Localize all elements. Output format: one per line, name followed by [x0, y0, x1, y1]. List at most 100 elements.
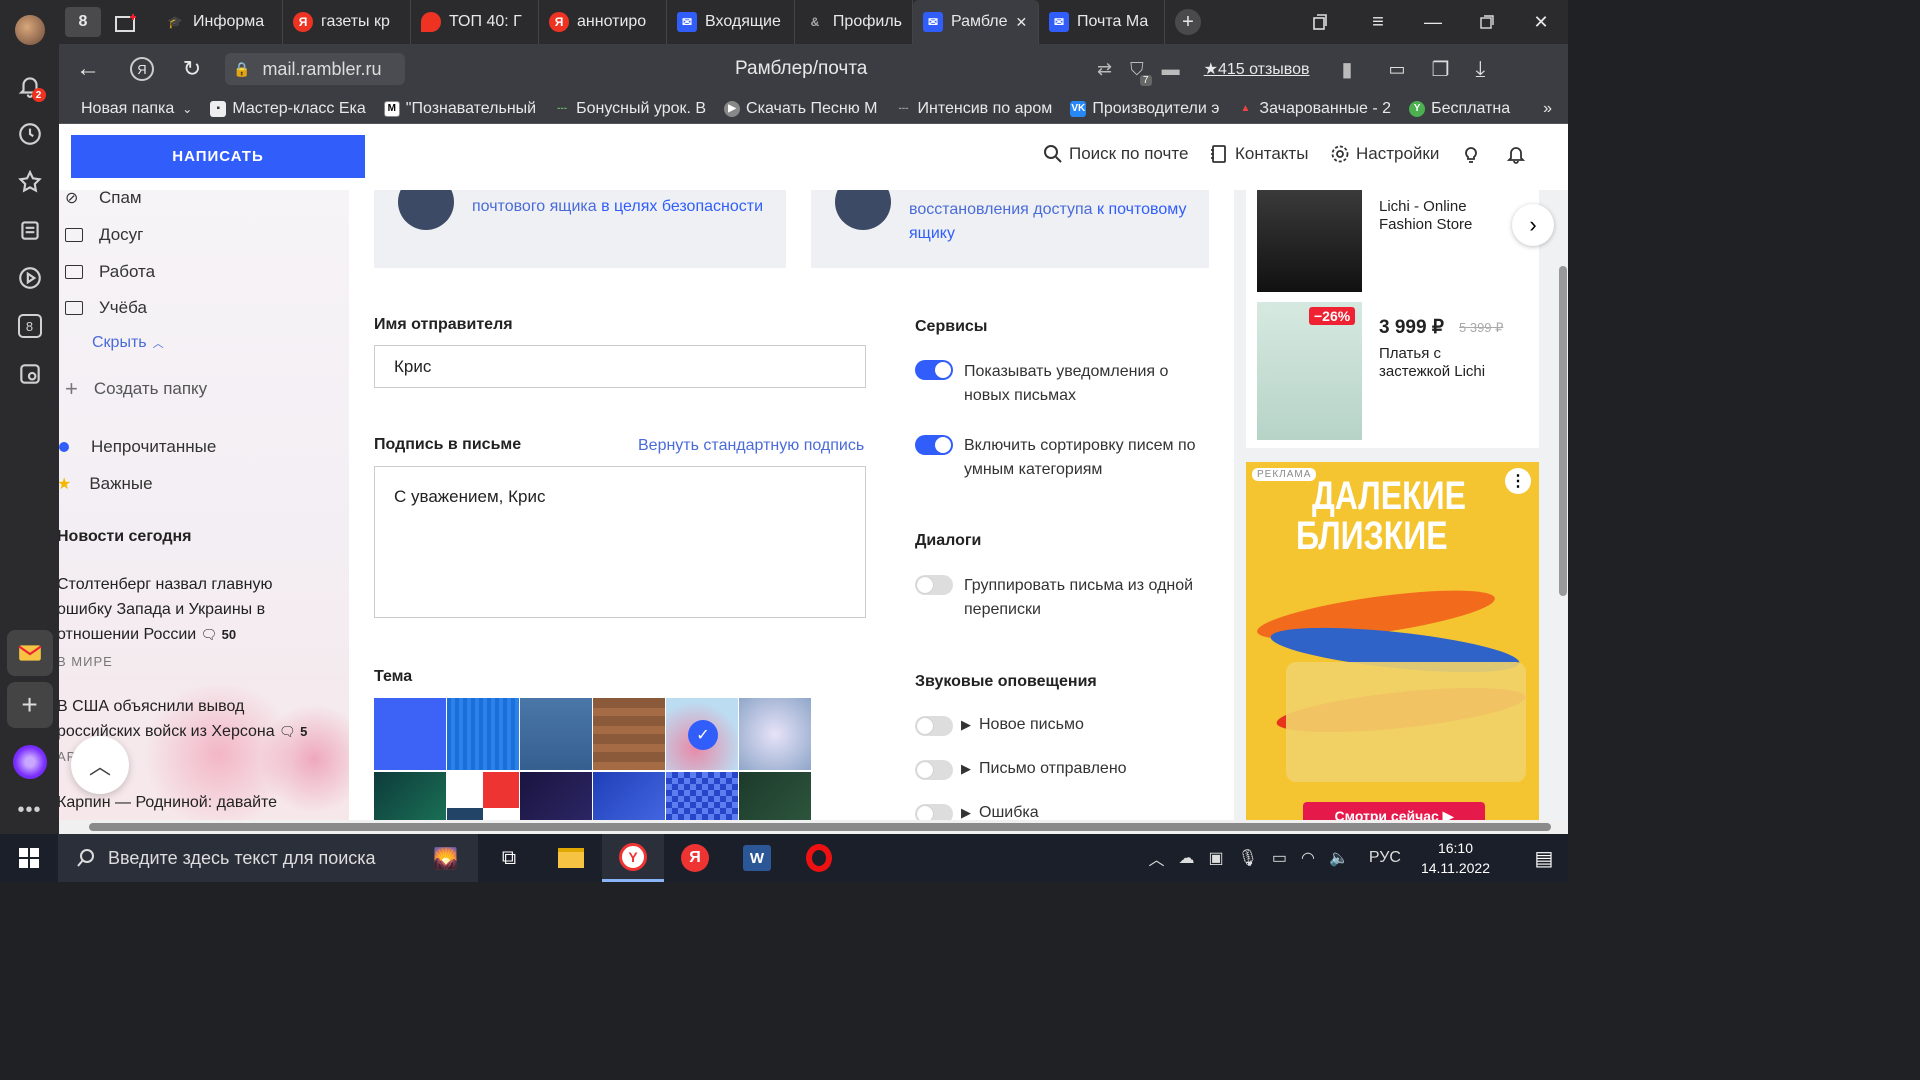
tab-profile[interactable]: & Профиль [795, 0, 913, 44]
folder-spam[interactable]: ⊘ Спам [65, 188, 142, 208]
sound-error-item[interactable]: ▶ Ошибка [961, 801, 1039, 820]
theme-swatch[interactable] [520, 772, 592, 820]
news-item[interactable]: Карпин — Родниной: давайте [59, 794, 277, 812]
sound-error-toggle[interactable] [915, 804, 953, 820]
yandex-browser-icon[interactable]: Y [602, 834, 664, 882]
folder-ucheba[interactable]: Учёба [65, 298, 147, 318]
tab-informa[interactable]: 🎓 Информа [155, 0, 283, 44]
scroll-up-button[interactable]: ︿ [71, 736, 129, 794]
sound-new-toggle[interactable] [915, 716, 953, 736]
vertical-scrollbar[interactable] [1559, 266, 1567, 596]
theme-swatch[interactable] [593, 772, 665, 820]
folder-rabota[interactable]: Работа [65, 262, 155, 282]
theme-swatch[interactable] [374, 772, 446, 820]
yandex-home-icon[interactable]: Я [117, 57, 167, 81]
tab-rambler-active[interactable]: ✉ Рамбле ✕ [913, 0, 1039, 44]
bookmark-folder[interactable]: Новая папка ⌄ [81, 100, 192, 118]
carousel-next-button[interactable]: › [1512, 204, 1554, 246]
theme-swatch[interactable] [447, 698, 519, 770]
notify-toggle[interactable] [915, 360, 953, 380]
tab-count-icon[interactable]: 8 [12, 308, 48, 344]
tab-gazety[interactable]: Ягазеты кр [283, 0, 411, 44]
sender-name-input[interactable]: Крис [374, 345, 866, 388]
history-clock-icon[interactable] [12, 116, 48, 152]
filter-important[interactable]: ★ Важные [59, 474, 153, 494]
show-hidden-icons[interactable]: ︿ [1148, 846, 1164, 870]
download-icon[interactable]: ⤓ [1475, 56, 1485, 82]
contacts-button[interactable]: Контакты [1209, 144, 1308, 164]
horizontal-scrollbar[interactable] [59, 820, 1568, 834]
sound-new-item[interactable]: ▶ Новое письмо [961, 713, 1084, 737]
yandex-icon[interactable]: Я [664, 844, 726, 872]
bookmark-item[interactable]: --- Бонусный урок. В [554, 100, 706, 118]
chat-icon[interactable]: ▬ [1162, 59, 1180, 80]
shield-icon[interactable]: ⛉ 7 [1130, 59, 1152, 86]
menu-hamburger-icon[interactable]: ≡ [1350, 11, 1406, 34]
collections-page-icon[interactable]: ❐ [1432, 57, 1450, 82]
recovery-link[interactable]: к почтовому [1097, 201, 1186, 218]
new-tab-button[interactable]: + [1165, 9, 1211, 35]
hint-lightbulb-icon[interactable] [1461, 144, 1487, 164]
taskbar-search[interactable]: Введите здесь текст для поиска 🌄 [58, 834, 478, 882]
theme-swatch[interactable] [447, 772, 519, 820]
sound-sent-item[interactable]: ▶ Письмо отправлено [961, 757, 1127, 781]
device-icon[interactable]: ▣ [1208, 848, 1223, 868]
bookmark-icon[interactable]: ▮ [1342, 57, 1353, 82]
sort-toggle[interactable] [915, 435, 953, 455]
battery-icon[interactable]: ▭ [1272, 848, 1287, 868]
microphone-icon[interactable]: 🎙 [1238, 848, 1258, 868]
theme-swatch[interactable] [739, 698, 811, 770]
bookmark-item[interactable]: M "Познавательный [383, 100, 536, 118]
bookmark-item[interactable]: ▶ Скачать Песню М [724, 100, 878, 118]
task-view-icon[interactable]: ⧉ [478, 847, 540, 870]
restore-icon[interactable] [1460, 15, 1514, 29]
notifications-icon[interactable] [1506, 144, 1532, 164]
more-bookmarks-icon[interactable]: » [1543, 100, 1552, 118]
product-ad[interactable]: Lichi - Online Fashion Store −26% 3 999 … [1246, 190, 1539, 448]
opera-icon[interactable] [788, 844, 850, 872]
theme-swatch[interactable] [520, 698, 592, 770]
security-link[interactable]: в целях безопасности [601, 198, 763, 215]
translate-icon[interactable]: ⇄ [1097, 59, 1112, 80]
tab-top40[interactable]: ТОП 40: Г [411, 0, 539, 44]
banner-ad[interactable]: РЕКЛАМА ⋮ ДАЛЕКИЕ БЛИЗКИЕ Смотри сейчас … [1246, 462, 1539, 820]
news-item[interactable]: Столтенберг назвал главную ошибку Запада… [59, 572, 347, 674]
more-dots-icon[interactable]: ••• [12, 792, 48, 828]
sound-sent-toggle[interactable] [915, 760, 953, 780]
clock[interactable]: 16:10 14.11.2022 [1421, 838, 1490, 878]
theme-swatch[interactable] [739, 772, 811, 820]
file-explorer-icon[interactable] [540, 848, 602, 868]
screenshot-camera-icon[interactable] [12, 356, 48, 392]
ad-cta-button[interactable]: Смотри сейчас ▶ [1303, 802, 1485, 820]
tab-inbox[interactable]: ✉ Входящие [667, 0, 795, 44]
search-mail-button[interactable]: Поиск по почте [1043, 144, 1188, 164]
battery-icon[interactable]: ▭ [1389, 59, 1406, 80]
close-window-icon[interactable]: ✕ [1514, 12, 1568, 33]
reviews-link[interactable]: ★415 отзывов [1204, 59, 1310, 79]
new-tab-group-icon[interactable] [107, 11, 147, 33]
video-play-icon[interactable] [12, 260, 48, 296]
mail-app-icon[interactable] [6, 630, 53, 676]
theme-swatch-selected[interactable]: ✓ [666, 698, 738, 770]
word-icon[interactable]: W [726, 845, 788, 871]
url-field[interactable]: 🔒 mail.rambler.ru [225, 53, 405, 85]
ad-menu-icon[interactable]: ⋮ [1505, 468, 1531, 494]
alice-assistant-icon[interactable] [12, 744, 48, 780]
theme-swatch[interactable] [593, 698, 665, 770]
cloud-offline-icon[interactable]: ☁ [1178, 848, 1194, 868]
settings-button[interactable]: Настройки [1330, 144, 1439, 164]
minimize-icon[interactable]: — [1406, 12, 1460, 33]
profile-avatar[interactable] [12, 12, 48, 48]
folder-dosug[interactable]: Досуг [65, 225, 143, 245]
notifications-bell-icon[interactable]: 2 [12, 68, 48, 104]
wifi-icon[interactable]: ◠ [1301, 848, 1315, 868]
hide-folders-link[interactable]: Скрыть ︿ [92, 334, 164, 352]
scrollbar-thumb[interactable] [89, 823, 1551, 831]
filter-unread[interactable]: Непрочитанные [59, 437, 216, 457]
bookmark-item[interactable]: ▲ Зачарованные - 2 [1237, 100, 1391, 118]
theme-swatch[interactable] [374, 698, 446, 770]
tab-counter[interactable]: 8 [65, 7, 101, 37]
theme-swatch[interactable] [666, 772, 738, 820]
tab-annotiro[interactable]: Яаннотиро [539, 0, 667, 44]
bookmark-item[interactable]: VK Производители э [1070, 100, 1219, 118]
